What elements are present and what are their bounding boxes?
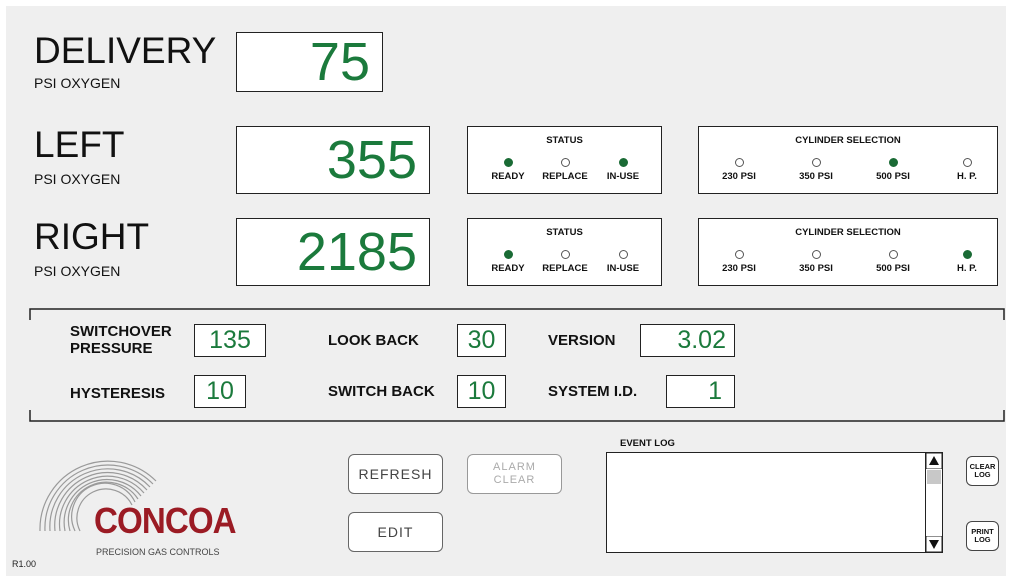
control-panel: DELIVERY PSI OXYGEN 75 LEFT PSI OXYGEN 3… xyxy=(6,6,1006,576)
scroll-up-arrow-icon[interactable] xyxy=(926,453,942,469)
hysteresis-value[interactable]: 10 xyxy=(194,375,246,408)
hysteresis-label: HYSTERESIS xyxy=(70,385,166,402)
switchover-label-line2: PRESSURE xyxy=(70,340,153,358)
system-id-value: 1 xyxy=(666,375,735,408)
alarm-clear-button[interactable]: ALARM CLEAR xyxy=(467,454,562,494)
scroll-down-arrow-icon[interactable] xyxy=(926,536,942,552)
event-log-list[interactable] xyxy=(606,452,943,553)
switchover-label-line1: SWITCHOVER xyxy=(70,323,172,340)
switchover-pressure-value[interactable]: 135 xyxy=(194,324,266,357)
switch-back-value[interactable]: 10 xyxy=(457,375,506,408)
edit-button[interactable]: EDIT xyxy=(348,512,443,552)
print-log-label-line2: LOG xyxy=(974,535,991,544)
event-log-scrollbar[interactable] xyxy=(925,453,942,552)
scroll-thumb[interactable] xyxy=(927,470,941,484)
look-back-label: LOOK BACK xyxy=(328,332,419,349)
switch-back-label: SWITCH BACK xyxy=(328,383,435,400)
version-label: VERSION xyxy=(548,332,616,349)
print-log-button[interactable]: PRINT LOG xyxy=(966,521,999,551)
clear-log-label-line2: LOG xyxy=(974,470,991,479)
clear-log-button[interactable]: CLEAR LOG xyxy=(966,456,999,486)
version-value: 3.02 xyxy=(640,324,735,357)
revision-label: R1.00 xyxy=(12,559,37,569)
alarm-clear-label-line1: ALARM xyxy=(493,460,536,473)
brand-tagline: PRECISION GAS CONTROLS xyxy=(96,547,220,557)
brand-name: CONCOA xyxy=(94,500,237,541)
alarm-clear-label-line2: CLEAR xyxy=(493,474,536,486)
switchover-pressure-label: SWITCHOVER PRESSURE xyxy=(70,323,172,358)
system-id-label: SYSTEM I.D. xyxy=(548,383,638,400)
event-log-title: EVENT LOG xyxy=(620,438,675,449)
refresh-button[interactable]: REFRESH xyxy=(348,454,443,494)
look-back-value[interactable]: 30 xyxy=(457,324,506,357)
